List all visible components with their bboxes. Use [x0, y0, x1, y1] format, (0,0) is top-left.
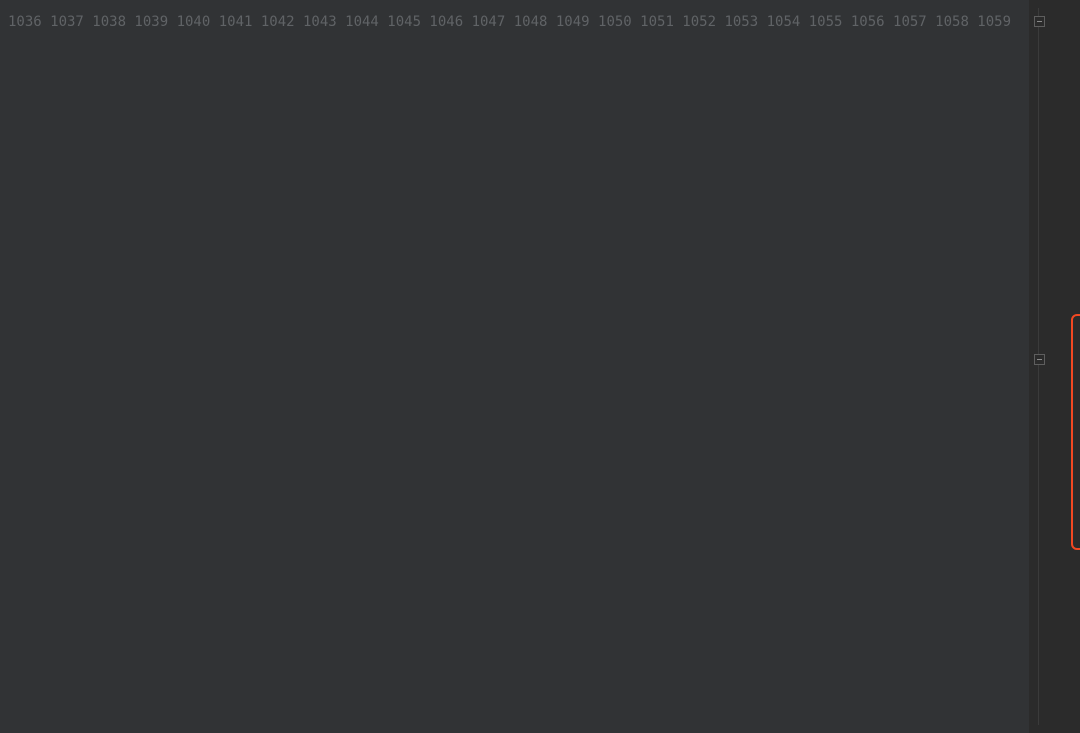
fold-toggle[interactable]	[1034, 354, 1045, 365]
code-line[interactable]: selector= Selector.open();	[1051, 375, 1080, 403]
fold-toggle[interactable]	[1034, 16, 1045, 27]
line-number-gutter: 1036 1037 1038 1039 1040 1041 1042 1043 …	[0, 0, 1029, 733]
code-line[interactable]: readers[i] = reader;	[1051, 516, 1080, 544]
code-line[interactable]: Reader reader = new Reader(	[1051, 459, 1080, 487]
code-line[interactable]: address = new InetSocketAddress(bindAddr…	[1051, 121, 1080, 149]
code-line[interactable]: public Listener() throws IOException {	[1051, 93, 1080, 121]
code-line[interactable]: this.setName("IPC Server listener on " +…	[1051, 685, 1080, 713]
fold-bar	[1038, 8, 1039, 725]
code-line[interactable]: acceptChannel = ServerSocketChannel.open…	[1051, 177, 1080, 205]
code-line[interactable]: readers = new Reader[readThreads];	[1051, 403, 1080, 431]
code-line[interactable]: this.setDaemon(true);	[1051, 713, 1080, 733]
code-line[interactable]: // create a selector;	[1051, 346, 1080, 374]
code-line[interactable]: port = acceptChannel.socket().getLocalPo…	[1051, 318, 1080, 346]
code-line[interactable]: }	[1051, 572, 1080, 600]
code-line[interactable]: name:"Socket Reader #" + (i + 1) + " for…	[1051, 487, 1080, 515]
code-line[interactable]: acceptChannel.configureBlocking( block:f…	[1051, 205, 1080, 233]
code-line[interactable]: // Bind the server socket to the local h…	[1051, 262, 1080, 290]
code-line[interactable]: bind(acceptChannel.socket(), address, ba…	[1051, 290, 1080, 318]
code-line[interactable]: // Register accepts on the server socket…	[1051, 628, 1080, 656]
code-line[interactable]: acceptChannel.register(selector, Selecti…	[1051, 657, 1080, 685]
fold-region[interactable]	[1029, 0, 1049, 733]
code-area[interactable]: public Listener() throws IOException { a…	[1049, 0, 1080, 733]
code-editor[interactable]: 1036 1037 1038 1039 1040 1041 1042 1043 …	[0, 0, 1080, 733]
code-line[interactable]	[1051, 234, 1080, 262]
code-line[interactable]: // Create a new server socket and set to…	[1051, 149, 1080, 177]
code-line[interactable]: reader.start();	[1051, 544, 1080, 572]
code-line[interactable]: for (int i = 0; i < readThreads; i++) {	[1051, 431, 1080, 459]
code-line[interactable]	[1051, 600, 1080, 628]
